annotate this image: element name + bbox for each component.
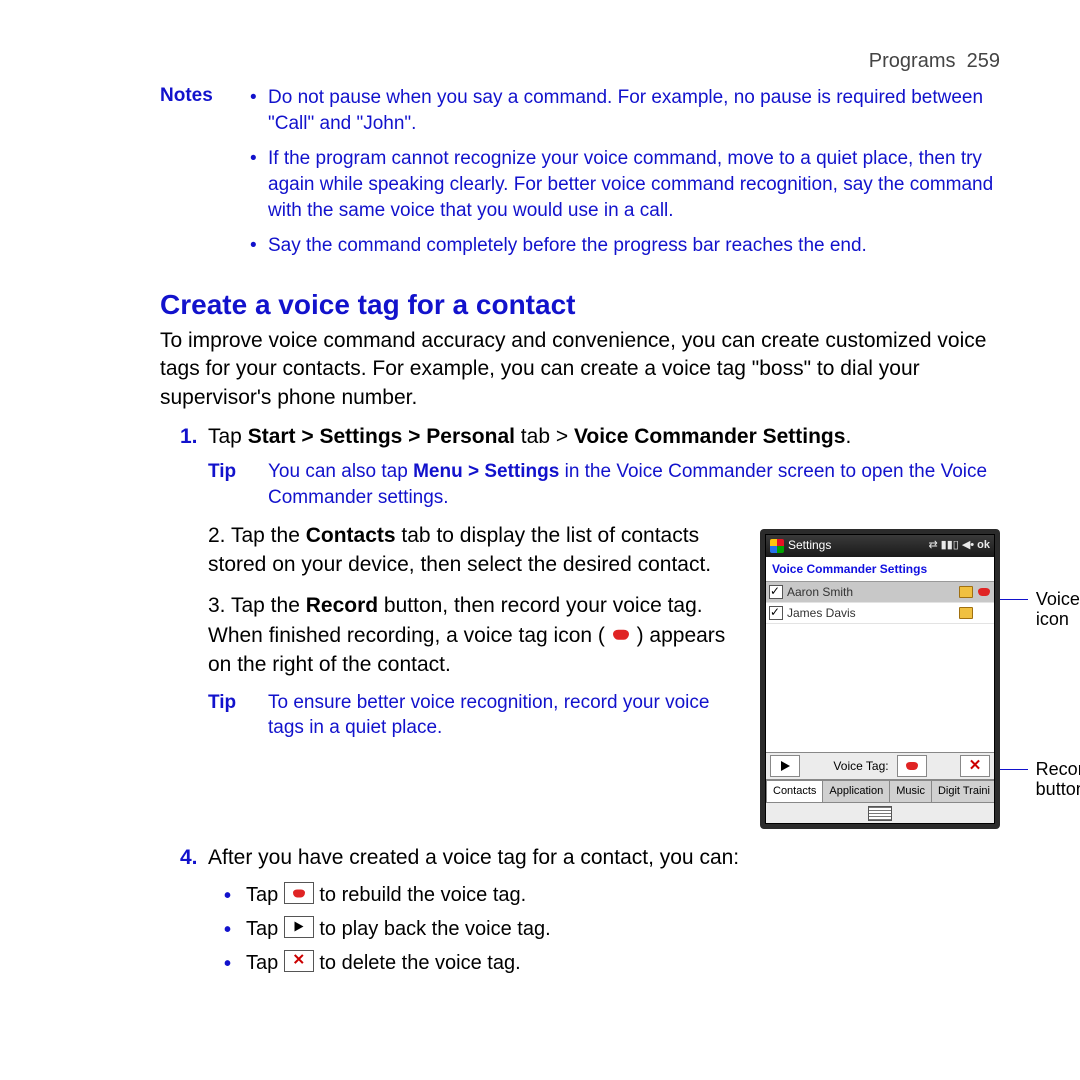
notes-label: Notes — [160, 85, 250, 269]
play-icon — [284, 916, 314, 938]
page-header: Programs 259 — [160, 50, 1000, 73]
keyboard-icon[interactable] — [868, 806, 892, 821]
tabs-bar: Contacts Application Music Digit Traini … — [766, 779, 994, 802]
signal-icon: ▮▮▯ — [941, 538, 959, 553]
sub-item: Tap to play back the voice tag. — [224, 915, 1000, 943]
screen-subtitle: Voice Commander Settings — [766, 557, 994, 583]
status-icons: ⇄ ▮▮▯ ◀• ok — [928, 538, 990, 553]
contact-row[interactable]: James Davis — [766, 603, 994, 624]
start-icon[interactable] — [770, 539, 784, 553]
delete-icon: ✕ — [284, 950, 314, 972]
section-heading: Create a voice tag for a contact — [160, 289, 1000, 321]
note-item: If the program cannot recognize your voi… — [250, 146, 1000, 223]
checkbox-icon[interactable] — [769, 606, 783, 620]
tip-block: Tip To ensure better voice recognition, … — [208, 690, 742, 741]
step-4: 4. After you have created a voice tag fo… — [180, 843, 1000, 976]
sip-bar — [766, 802, 994, 823]
intro-text: To improve voice command accuracy and co… — [160, 327, 1000, 412]
section-name: Programs — [869, 50, 956, 72]
sub-item: Tap to rebuild the voice tag. — [224, 881, 1000, 909]
tab-contacts[interactable]: Contacts — [766, 780, 823, 802]
tip-block: Tip You can also tap Menu > Settings in … — [208, 459, 1000, 510]
steps-list: 1. Tap Start > Settings > Personal tab >… — [180, 422, 1000, 977]
contact-card-icon — [959, 585, 973, 599]
contact-name: Aaron Smith — [787, 584, 955, 601]
notes-list: Do not pause when you say a command. For… — [250, 85, 1000, 269]
notes-block: Notes Do not pause when you say a comman… — [160, 85, 1000, 269]
device-figure: Settings ⇄ ▮▮▯ ◀• ok Voice Commander Set… — [760, 529, 1000, 830]
callout-voice-tag-icon: Voice tag icon — [1028, 589, 1080, 630]
rebuild-icon — [284, 882, 314, 904]
tip-text: You can also tap Menu > Settings in the … — [268, 459, 1000, 510]
tab-music[interactable]: Music — [889, 780, 932, 802]
page-number: 259 — [967, 50, 1000, 72]
tab-digit-training[interactable]: Digit Traini — [931, 780, 994, 802]
callout-line — [1000, 769, 1028, 770]
step-4-sublist: Tap to rebuild the voice tag. Tap to pla… — [224, 881, 1000, 977]
tip-label: Tip — [208, 459, 268, 510]
ok-button[interactable]: ok — [977, 538, 990, 553]
step-number: 4. — [180, 843, 198, 872]
tab-application[interactable]: Application — [822, 780, 890, 802]
contact-row[interactable]: Aaron Smith — [766, 582, 994, 603]
contacts-list[interactable]: Aaron Smith James Davis — [766, 582, 994, 752]
voice-tag-icon — [611, 625, 631, 645]
note-item: Say the command completely before the pr… — [250, 233, 1000, 259]
callout-line — [1000, 599, 1028, 600]
delete-button[interactable]: ✕ — [960, 755, 990, 777]
voice-tag-label: Voice Tag: — [833, 758, 888, 775]
play-button[interactable] — [770, 755, 800, 777]
record-button[interactable] — [897, 755, 927, 777]
tip-text: To ensure better voice recognition, reco… — [268, 690, 742, 741]
device-titlebar: Settings ⇄ ▮▮▯ ◀• ok — [766, 535, 994, 557]
tip-label: Tip — [208, 690, 268, 741]
contact-card-icon — [959, 606, 973, 620]
contact-name: James Davis — [787, 605, 955, 622]
step-number: 2. — [208, 524, 226, 547]
connectivity-icon: ⇄ — [928, 538, 937, 553]
step-2-3-with-figure: 2. Tap the Contacts tab to display the l… — [180, 521, 1000, 830]
step-1: 1. Tap Start > Settings > Personal tab >… — [180, 422, 1000, 511]
checkbox-icon[interactable] — [769, 585, 783, 599]
callout-record-button: Record button — [1028, 759, 1080, 800]
step-number: 3. — [208, 594, 226, 617]
note-item: Do not pause when you say a command. For… — [250, 85, 1000, 136]
voice-tag-icon — [977, 585, 991, 599]
sub-item: Tap ✕ to delete the voice tag. — [224, 949, 1000, 977]
step-number: 1. — [180, 422, 198, 451]
titlebar-label: Settings — [788, 537, 831, 554]
speaker-icon: ◀• — [962, 538, 974, 553]
voice-tag-controls: Voice Tag: ✕ — [766, 752, 994, 779]
